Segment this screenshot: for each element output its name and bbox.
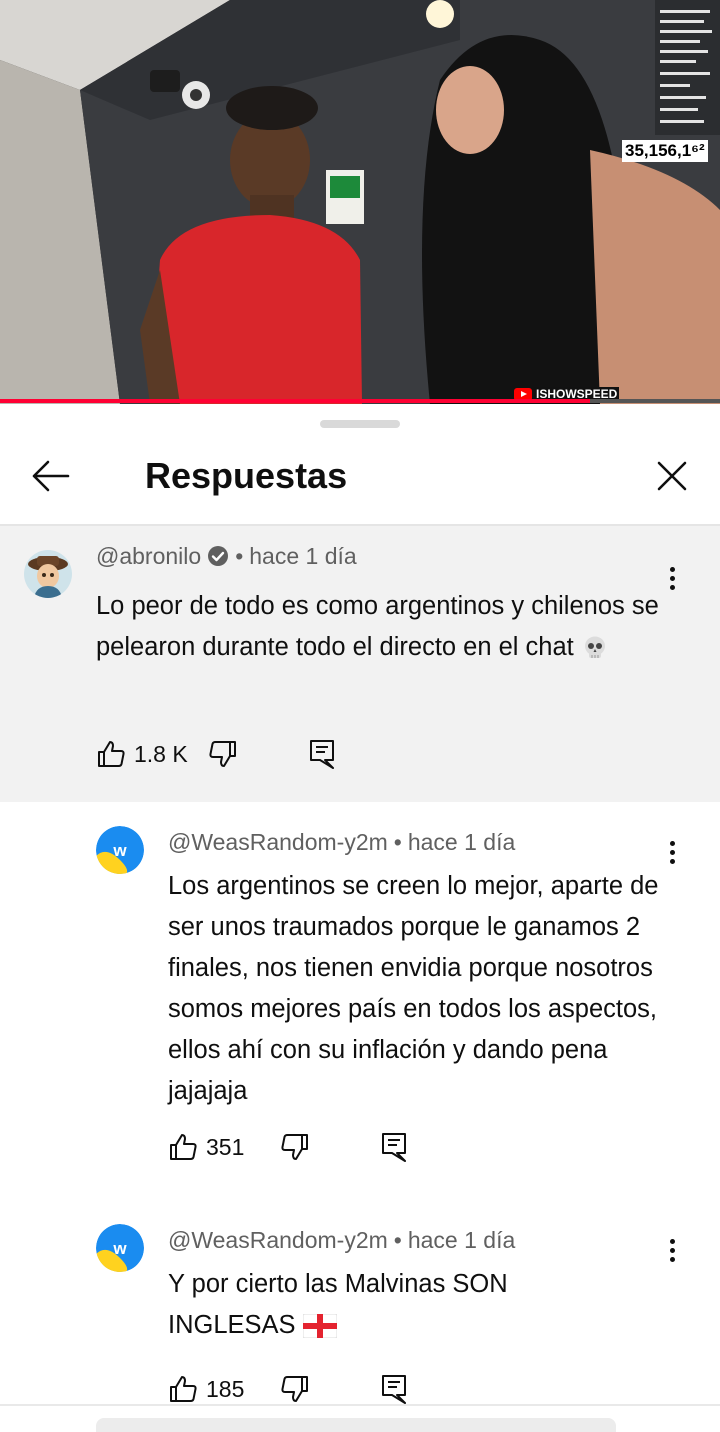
avatar[interactable] — [24, 550, 72, 598]
comment-body: Lo peor de todo es como argentinos y chi… — [96, 586, 666, 668]
dislike-button[interactable] — [208, 739, 238, 769]
reply-button[interactable] — [380, 1373, 408, 1405]
avatar[interactable]: w — [96, 1224, 144, 1272]
comment-author[interactable]: @abronilo — [96, 541, 201, 571]
reply-comment: w @WeasRandom-y2m • hace 1 día Y por cie… — [0, 1212, 720, 1412]
close-button[interactable] — [648, 454, 696, 498]
progress-bar-fill — [0, 399, 591, 403]
comment-actions: 185 — [168, 1369, 408, 1409]
comment-body: Y por cierto las Malvinas SON INGLESAS — [168, 1264, 588, 1346]
thumbs-up-icon — [98, 741, 125, 767]
avatar-letter: w — [112, 841, 127, 860]
comment-author[interactable]: @WeasRandom-y2m — [168, 1225, 388, 1255]
comment-text: Los argentinos se creen lo mejor, aparte… — [168, 872, 659, 1105]
more-options-button[interactable] — [660, 832, 684, 872]
reply-comment: w @WeasRandom-y2m • hace 1 día Los argen… — [0, 814, 720, 1194]
like-button[interactable]: 1.8 K — [96, 739, 188, 769]
reply-icon — [382, 1375, 407, 1404]
comment-text: Lo peor de todo es como argentinos y chi… — [96, 592, 659, 661]
comment-time: hace 1 día — [407, 1227, 516, 1253]
meta-separator: • — [235, 543, 244, 569]
comment-meta: @abronilo • hace 1 día — [96, 541, 357, 571]
comment-meta: @WeasRandom-y2m • hace 1 día — [168, 827, 515, 857]
reply-input-bar[interactable] — [96, 1418, 616, 1432]
more-options-button[interactable] — [660, 1230, 684, 1270]
comment-time: hace 1 día — [407, 829, 516, 855]
avatar-image: w — [96, 826, 144, 874]
like-count: 1.8 K — [134, 740, 188, 767]
replies-sheet: Respuestas @abronilo • hace 1 día Lo peo… — [0, 404, 720, 1432]
viewer-count: 35,156,1⁶² — [622, 140, 708, 162]
avatar-letter: w — [112, 1239, 127, 1258]
comment-text: Y por cierto las Malvinas SON INGLESAS — [168, 1270, 508, 1339]
like-count: 185 — [206, 1375, 245, 1402]
progress-bar[interactable] — [0, 399, 720, 403]
meta-separator: • — [393, 1227, 402, 1253]
dislike-button[interactable] — [280, 1132, 310, 1162]
like-count: 351 — [206, 1133, 245, 1160]
skull-emoji-icon — [584, 636, 605, 659]
thumbs-down-icon — [209, 741, 236, 767]
avatar-image: w — [96, 1224, 144, 1272]
sheet-header: Respuestas — [0, 434, 720, 524]
like-button[interactable]: 351 — [168, 1132, 244, 1162]
england-flag-icon — [302, 1314, 337, 1339]
sheet-title: Respuestas — [145, 455, 348, 496]
meta-separator: • — [393, 829, 402, 855]
avatar[interactable]: w — [96, 826, 144, 874]
thumbs-up-icon — [170, 1376, 197, 1402]
more-options-button[interactable] — [660, 558, 684, 598]
avatar-image — [24, 550, 72, 598]
back-button[interactable] — [24, 454, 76, 498]
video-player[interactable]: 35,156,1⁶² ISHOWSPEED — [0, 0, 720, 404]
verified-icon — [208, 546, 229, 566]
close-icon — [657, 461, 687, 491]
drag-handle[interactable] — [320, 420, 400, 428]
comment-author[interactable]: @WeasRandom-y2m — [168, 827, 388, 857]
reply-button[interactable] — [308, 738, 336, 770]
thumbs-down-icon — [281, 1134, 309, 1160]
thumbs-down-icon — [281, 1376, 309, 1402]
reply-button[interactable] — [380, 1131, 408, 1163]
reply-icon — [382, 1133, 407, 1162]
like-button[interactable]: 185 — [168, 1374, 244, 1404]
comment-meta: @WeasRandom-y2m • hace 1 día — [168, 1225, 515, 1255]
comment-actions: 351 — [168, 1127, 408, 1167]
video-frame — [0, 0, 720, 404]
arrow-left-icon — [32, 460, 70, 492]
comment-actions: 1.8 K — [96, 734, 336, 774]
comment-time: hace 1 día — [249, 543, 357, 569]
footer-divider — [0, 1404, 720, 1406]
parent-comment: @abronilo • hace 1 día Lo peor de todo e… — [0, 526, 720, 802]
reply-icon — [309, 740, 334, 769]
comment-body: Los argentinos se creen lo mejor, aparte… — [168, 866, 668, 1112]
dislike-button[interactable] — [280, 1374, 310, 1404]
thumbs-up-icon — [170, 1134, 197, 1160]
